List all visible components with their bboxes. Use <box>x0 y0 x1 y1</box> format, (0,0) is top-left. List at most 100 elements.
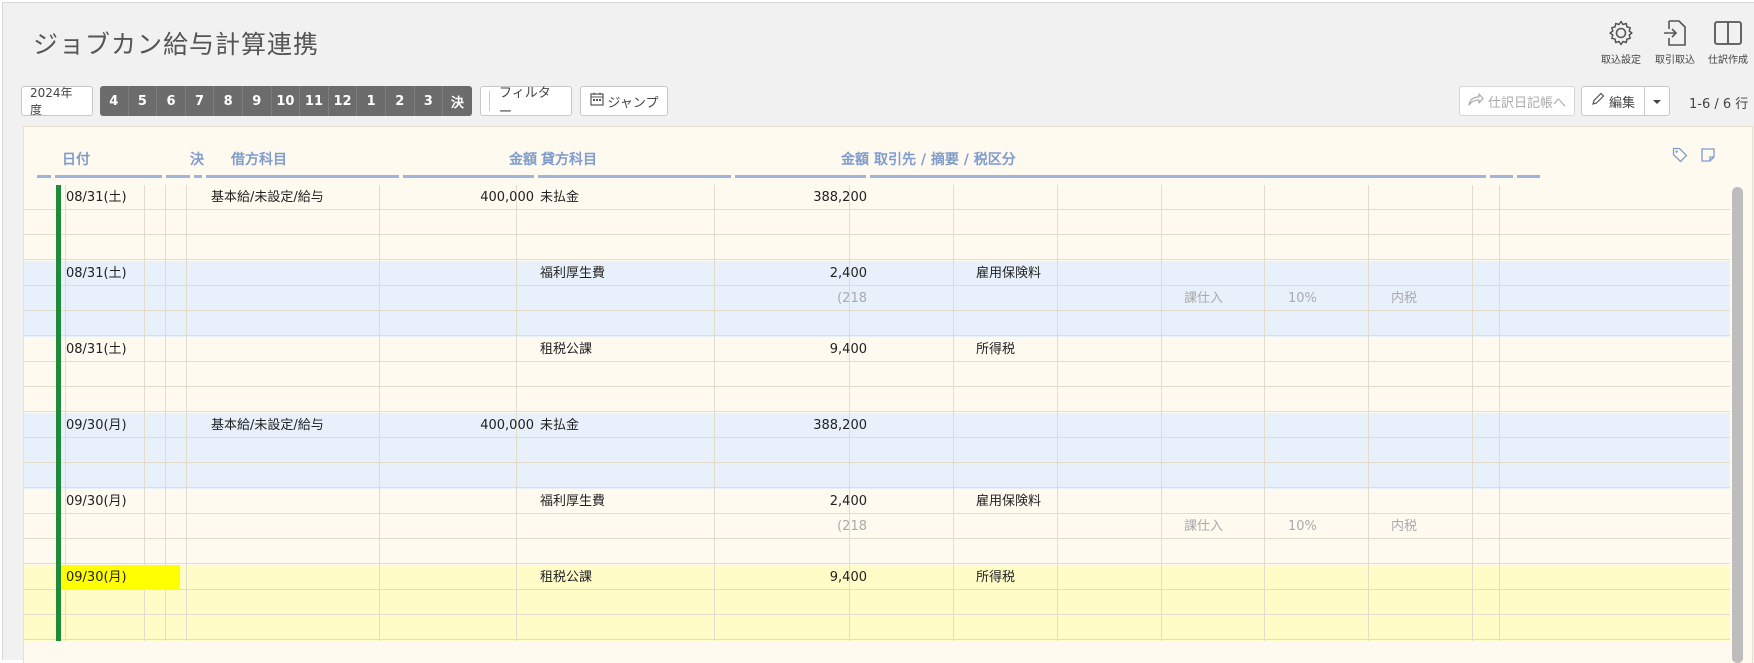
col-header-date[interactable]: 日付 <box>62 149 90 169</box>
month-button[interactable]: 3 <box>415 86 444 116</box>
entry-tax-amount[interactable]: (218 <box>737 286 867 311</box>
journal-entry-row[interactable]: 09/30(月) 租税公課 9,400 所得税 <box>24 565 1730 641</box>
cell-divider <box>186 185 187 261</box>
col-header-partner[interactable]: 取引先 / 摘要 / 税区分 <box>874 149 1016 169</box>
col-header-credit-account[interactable]: 貸方科目 <box>541 149 597 169</box>
month-button[interactable]: 5 <box>129 86 158 116</box>
entry-debit-account[interactable] <box>211 565 401 590</box>
import-transactions-button[interactable]: 取引取込 <box>1648 19 1702 66</box>
entry-tax-class[interactable]: 課仕入 <box>1184 286 1274 311</box>
entry-memo[interactable] <box>976 185 1376 210</box>
entry-tax-class[interactable] <box>1184 362 1274 387</box>
entry-tax-class[interactable] <box>1184 438 1274 463</box>
entry-date[interactable]: 08/31(土) <box>61 185 180 210</box>
entry-debit-account[interactable] <box>211 489 401 514</box>
month-button[interactable]: 1 <box>357 86 386 116</box>
entry-tax-class[interactable] <box>1184 590 1274 615</box>
month-button[interactable]: 6 <box>157 86 186 116</box>
row-count: 1-6 / 6 行 <box>1689 97 1749 112</box>
month-button[interactable]: 12 <box>329 86 358 116</box>
month-button[interactable]: 10 <box>272 86 301 116</box>
entry-tax-amount[interactable]: (218 <box>737 514 867 539</box>
entry-tax-rate[interactable]: 10% <box>1288 514 1378 539</box>
entry-tax-amount[interactable] <box>737 438 867 463</box>
entry-debit-amount[interactable] <box>404 489 534 514</box>
entry-credit-amount[interactable]: 388,200 <box>737 413 867 438</box>
journal-entry-row[interactable]: 08/31(土) 基本給/未設定/給与 400,000 未払金 388,200 <box>24 185 1730 261</box>
entry-tax-amount[interactable] <box>737 362 867 387</box>
entry-tax-rate[interactable]: 10% <box>1288 286 1378 311</box>
month-button[interactable]: 2 <box>386 86 415 116</box>
entry-tax-type[interactable] <box>1391 210 1481 235</box>
month-button[interactable]: 7 <box>186 86 215 116</box>
journal-entry-row[interactable]: 09/30(月) 基本給/未設定/給与 400,000 未払金 388,200 <box>24 413 1730 489</box>
entry-memo[interactable]: 所得税 <box>976 337 1376 362</box>
journal-entry-row[interactable]: 08/31(土) 福利厚生費 2,400 雇用保険料 (218 課仕入 10% 内税 <box>24 261 1730 337</box>
create-journal-button[interactable]: 仕訳作成 <box>1701 19 1754 66</box>
journal-entry-row[interactable]: 08/31(土) 租税公課 9,400 所得税 <box>24 337 1730 413</box>
entry-tax-class[interactable] <box>1184 210 1274 235</box>
entry-memo[interactable] <box>976 413 1376 438</box>
filter-button[interactable]: フィルター <box>480 86 572 120</box>
entry-tax-rate[interactable] <box>1288 362 1378 387</box>
col-header-closing[interactable]: 決 <box>190 149 204 169</box>
journal-entry-row[interactable]: 09/30(月) 福利厚生費 2,400 雇用保険料 (218 課仕入 10% 内税 <box>24 489 1730 565</box>
entry-credit-account[interactable]: 租税公課 <box>540 337 730 362</box>
entry-date[interactable]: 09/30(月) <box>61 489 180 514</box>
entry-date[interactable]: 08/31(土) <box>61 337 180 362</box>
col-header-debit-account[interactable]: 借方科目 <box>231 149 287 169</box>
entry-memo[interactable]: 雇用保険料 <box>976 489 1376 514</box>
entry-memo[interactable]: 所得税 <box>976 565 1376 590</box>
entry-debit-amount[interactable] <box>404 337 534 362</box>
entry-debit-amount[interactable] <box>404 261 534 286</box>
entry-credit-account[interactable]: 租税公課 <box>540 565 730 590</box>
month-button[interactable]: 4 <box>100 86 129 116</box>
entry-credit-amount[interactable]: 388,200 <box>737 185 867 210</box>
entry-tax-rate[interactable] <box>1288 438 1378 463</box>
journal-book-button[interactable]: 仕訳日記帳へ <box>1459 86 1575 116</box>
import-settings-button[interactable]: 取込設定 <box>1594 19 1648 66</box>
month-button[interactable]: 11 <box>300 86 329 116</box>
entry-tax-rate[interactable] <box>1288 590 1378 615</box>
entry-tax-type[interactable] <box>1391 590 1481 615</box>
entry-tax-rate[interactable] <box>1288 210 1378 235</box>
entry-credit-amount[interactable]: 2,400 <box>737 261 867 286</box>
entry-debit-amount[interactable]: 400,000 <box>404 185 534 210</box>
entry-tax-type[interactable] <box>1391 362 1481 387</box>
entry-tax-type[interactable]: 内税 <box>1391 514 1481 539</box>
edit-button[interactable]: 編集 <box>1581 86 1645 116</box>
edit-dropdown-button[interactable] <box>1644 86 1670 116</box>
entry-debit-account[interactable] <box>211 261 401 286</box>
entry-tax-amount[interactable] <box>737 210 867 235</box>
entry-tax-amount[interactable] <box>737 590 867 615</box>
entry-date[interactable]: 08/31(土) <box>61 261 180 286</box>
col-header-credit-amount[interactable]: 金額 <box>754 149 869 169</box>
entry-tax-type[interactable]: 内税 <box>1391 286 1481 311</box>
month-button[interactable]: 9 <box>243 86 272 116</box>
entry-date[interactable]: 09/30(月) <box>61 565 180 590</box>
entry-debit-amount[interactable] <box>404 565 534 590</box>
tag-icon[interactable] <box>1672 147 1688 167</box>
entry-date[interactable]: 09/30(月) <box>61 413 180 438</box>
note-icon[interactable] <box>1700 147 1716 167</box>
entry-credit-account[interactable]: 福利厚生費 <box>540 261 730 286</box>
col-header-debit-amount[interactable]: 金額 <box>424 149 537 169</box>
entry-credit-account[interactable]: 未払金 <box>540 185 730 210</box>
closing-month-button[interactable]: 決 <box>443 86 472 116</box>
vertical-scrollbar[interactable] <box>1732 187 1743 663</box>
jump-button[interactable]: ジャンプ <box>580 86 668 116</box>
entry-credit-account[interactable]: 未払金 <box>540 413 730 438</box>
entry-debit-account[interactable]: 基本給/未設定/給与 <box>211 185 401 210</box>
month-button[interactable]: 8 <box>214 86 243 116</box>
entry-debit-amount[interactable]: 400,000 <box>404 413 534 438</box>
entry-credit-amount[interactable]: 9,400 <box>737 337 867 362</box>
entry-credit-amount[interactable]: 2,400 <box>737 489 867 514</box>
entry-debit-account[interactable]: 基本給/未設定/給与 <box>211 413 401 438</box>
entry-memo[interactable]: 雇用保険料 <box>976 261 1376 286</box>
entry-credit-account[interactable]: 福利厚生費 <box>540 489 730 514</box>
fiscal-year-button[interactable]: 2024年度 <box>21 86 93 117</box>
entry-credit-amount[interactable]: 9,400 <box>737 565 867 590</box>
entry-tax-type[interactable] <box>1391 438 1481 463</box>
entry-debit-account[interactable] <box>211 337 401 362</box>
entry-tax-class[interactable]: 課仕入 <box>1184 514 1274 539</box>
